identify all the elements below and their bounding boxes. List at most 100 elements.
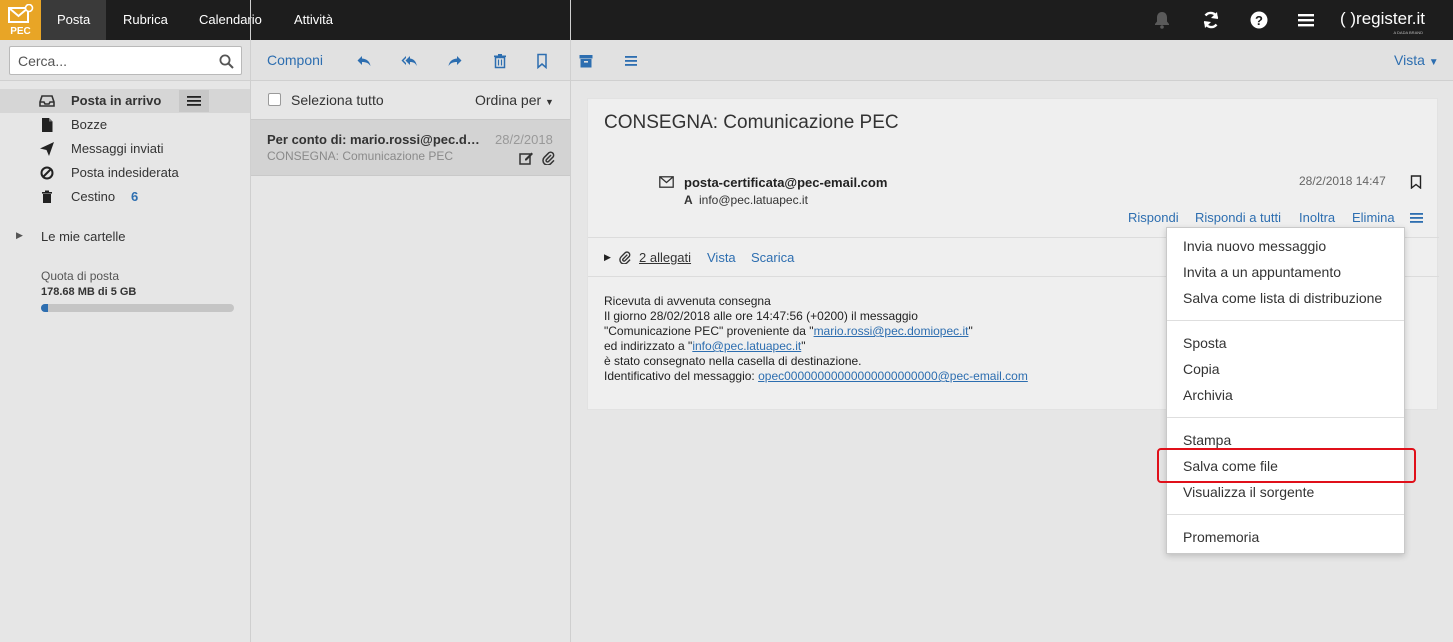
message-list: Seleziona tutto Ordina per ▼ Per conto d… bbox=[251, 81, 570, 642]
my-folders-toggle[interactable]: ▶ Le mie cartelle bbox=[0, 227, 250, 247]
recipient-email-link[interactable]: info@pec.latuapec.it bbox=[692, 339, 801, 353]
sender-address[interactable]: posta-certificata@pec-email.com bbox=[684, 175, 887, 190]
quota-progress-fill bbox=[41, 304, 48, 312]
message-body: Ricevuta di avvenuta consegna Il giorno … bbox=[604, 294, 1028, 384]
send-icon bbox=[40, 142, 54, 156]
hamburger-icon bbox=[187, 96, 201, 106]
pec-logo[interactable]: PEC bbox=[0, 0, 41, 40]
reply-button[interactable]: Rispondi bbox=[1128, 210, 1179, 225]
folder-menu-button[interactable] bbox=[179, 90, 209, 112]
delete-icon[interactable] bbox=[492, 53, 508, 69]
menu-item-archive[interactable]: Archivia bbox=[1183, 387, 1233, 403]
menu-item-copy[interactable]: Copia bbox=[1183, 361, 1220, 377]
list-item[interactable]: Per conto di: mario.rossi@pec.domiopec.i… bbox=[251, 119, 570, 176]
menu-item-reminder[interactable]: Promemoria bbox=[1183, 529, 1259, 545]
reply-icon[interactable] bbox=[356, 53, 372, 69]
compose-button[interactable]: Componi bbox=[267, 52, 323, 68]
menu-item-save-distribution-list[interactable]: Salva come lista di distribuzione bbox=[1183, 290, 1382, 306]
sidebar-item-trash[interactable]: Cestino 6 bbox=[0, 185, 250, 209]
attachments-count-link[interactable]: 2 allegati bbox=[639, 250, 691, 265]
caret-down-icon: ▼ bbox=[1428, 57, 1439, 68]
tab-calendario[interactable]: Calendario bbox=[199, 0, 262, 40]
body-line: è stato consegnato nella casella di dest… bbox=[604, 354, 862, 368]
brand-tagline: A DADA BRAND bbox=[1393, 30, 1424, 35]
spam-icon bbox=[40, 166, 54, 180]
sidebar-item-inbox[interactable]: Posta in arrivo bbox=[0, 89, 250, 113]
sidebar-item-drafts[interactable]: Bozze bbox=[0, 113, 250, 137]
body-line: Ricevuta di avvenuta consegna bbox=[604, 294, 771, 308]
body-line: "Comunicazione PEC" proveniente da " bbox=[604, 324, 814, 338]
tab-attivita[interactable]: Attività bbox=[294, 0, 333, 40]
message-subject: CONSEGNA: Comunicazione PEC bbox=[267, 149, 454, 163]
edit-icon bbox=[519, 152, 533, 165]
hamburger-menu-icon[interactable] bbox=[1296, 10, 1316, 30]
more-menu-icon[interactable] bbox=[623, 53, 639, 69]
sidebar-item-label: Messaggi inviati bbox=[71, 141, 164, 156]
menu-item-new-message[interactable]: Invia nuovo messaggio bbox=[1183, 238, 1326, 254]
sort-dropdown[interactable]: Ordina per ▼ bbox=[475, 92, 554, 108]
reply-all-icon[interactable] bbox=[401, 53, 417, 69]
menu-item-print[interactable]: Stampa bbox=[1183, 432, 1231, 448]
search-input[interactable] bbox=[10, 47, 200, 74]
refresh-icon[interactable] bbox=[1201, 10, 1221, 30]
trash-count-badge: 6 bbox=[131, 189, 139, 204]
quota-label: Quota di posta bbox=[41, 269, 120, 283]
menu-divider bbox=[1167, 320, 1404, 321]
sidebar-item-label: Posta indesiderata bbox=[71, 165, 179, 180]
tab-rubrica[interactable]: Rubrica bbox=[123, 0, 168, 40]
body-quote: " bbox=[801, 339, 806, 353]
archive-icon[interactable] bbox=[578, 53, 594, 69]
attachment-icon bbox=[542, 151, 555, 165]
help-icon[interactable]: ? bbox=[1249, 10, 1269, 30]
bookmark-icon[interactable] bbox=[534, 53, 550, 69]
more-actions-icon[interactable] bbox=[1410, 212, 1423, 224]
recipient-address[interactable]: info@pec.latuapec.it bbox=[699, 193, 808, 207]
select-all-checkbox[interactable] bbox=[268, 93, 281, 106]
sidebar: Posta in arrivo Bozze Messaggi inviati P… bbox=[0, 81, 250, 642]
inbox-icon bbox=[39, 95, 55, 107]
my-folders-label: Le mie cartelle bbox=[41, 229, 126, 244]
reply-all-button[interactable]: Rispondi a tutti bbox=[1195, 210, 1281, 225]
list-divider bbox=[570, 0, 571, 642]
logo-label: PEC bbox=[10, 26, 31, 37]
highlight-box bbox=[1157, 448, 1416, 483]
message-title: CONSEGNA: Comunicazione PEC bbox=[604, 112, 899, 133]
forward-icon[interactable] bbox=[447, 53, 463, 69]
top-bar: PEC Posta Rubrica Calendario Attività ? … bbox=[0, 0, 1453, 40]
caret-right-icon: ▶ bbox=[16, 230, 23, 240]
bell-icon[interactable] bbox=[1152, 10, 1172, 30]
sidebar-item-label: Cestino bbox=[71, 189, 116, 204]
toolbar: Componi Vista ▼ bbox=[0, 40, 1453, 81]
message-id-link[interactable]: opec00000000000000000000000@pec-email.co… bbox=[758, 369, 1028, 383]
attachments-view-link[interactable]: Vista bbox=[707, 250, 736, 265]
message-datetime: 28/2/2018 14:47 bbox=[1299, 174, 1386, 188]
forward-button[interactable]: Inoltra bbox=[1299, 210, 1335, 225]
quota-value: 178.68 MB di 5 GB bbox=[41, 286, 137, 298]
select-all-label[interactable]: Seleziona tutto bbox=[291, 92, 384, 108]
attachments-toggle-icon[interactable]: ▶ bbox=[604, 252, 611, 263]
search-box[interactable] bbox=[9, 46, 242, 75]
search-icon[interactable] bbox=[219, 54, 234, 69]
caret-down-icon: ▼ bbox=[545, 97, 554, 107]
trash-icon bbox=[42, 190, 52, 203]
body-line: Identificativo del messaggio: bbox=[604, 369, 759, 383]
envelope-icon bbox=[659, 176, 674, 188]
register-it-brand[interactable]: ( )register.it A DADA BRAND bbox=[1340, 9, 1426, 35]
view-dropdown[interactable]: Vista ▼ bbox=[1394, 52, 1439, 68]
draft-icon bbox=[42, 118, 53, 132]
view-label: Vista bbox=[1394, 52, 1425, 68]
brand-name: ( )register.it bbox=[1340, 9, 1426, 28]
menu-divider bbox=[1167, 514, 1404, 515]
sender-email-link[interactable]: mario.rossi@pec.domiopec.it bbox=[814, 324, 969, 338]
attachments-download-link[interactable]: Scarica bbox=[751, 250, 794, 265]
tab-posta[interactable]: Posta bbox=[41, 0, 107, 40]
menu-item-move[interactable]: Sposta bbox=[1183, 335, 1227, 351]
menu-item-view-source[interactable]: Visualizza il sorgente bbox=[1183, 484, 1314, 500]
sidebar-item-label: Posta in arrivo bbox=[71, 93, 162, 108]
bookmark-icon[interactable] bbox=[1410, 175, 1422, 189]
menu-item-invite-appointment[interactable]: Invita a un appuntamento bbox=[1183, 264, 1341, 280]
paperclip-icon bbox=[619, 251, 631, 264]
sidebar-item-spam[interactable]: Posta indesiderata bbox=[0, 161, 250, 185]
delete-button[interactable]: Elimina bbox=[1352, 210, 1395, 225]
sidebar-item-sent[interactable]: Messaggi inviati bbox=[0, 137, 250, 161]
